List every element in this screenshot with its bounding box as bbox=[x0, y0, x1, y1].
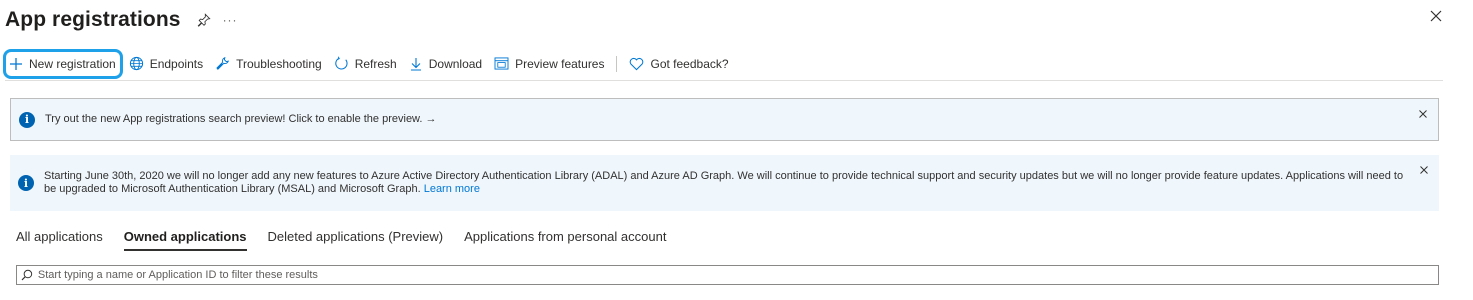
download-label: Download bbox=[428, 56, 483, 71]
troubleshooting-label: Troubleshooting bbox=[236, 56, 322, 71]
download-button[interactable]: Download bbox=[403, 50, 488, 78]
new-registration-button[interactable]: New registration bbox=[3, 48, 123, 79]
preview-features-button[interactable]: Preview features bbox=[488, 50, 610, 78]
preview-icon bbox=[494, 57, 509, 70]
search-input[interactable] bbox=[37, 269, 1438, 281]
dismiss-notice-close-icon[interactable] bbox=[1419, 165, 1429, 175]
command-bar: New registration Endpoints Troubleshooti… bbox=[3, 47, 1443, 81]
tab-deleted-applications[interactable]: Deleted applications (Preview) bbox=[268, 229, 444, 251]
tab-owned-applications[interactable]: Owned applications bbox=[123, 229, 247, 251]
troubleshooting-button[interactable]: Troubleshooting bbox=[209, 50, 328, 78]
refresh-button[interactable]: Refresh bbox=[328, 50, 403, 78]
adal-deprecation-banner: i Starting June 30th, 2020 we will no lo… bbox=[10, 155, 1439, 211]
feedback-label: Got feedback? bbox=[650, 56, 729, 71]
endpoints-label: Endpoints bbox=[149, 56, 204, 71]
learn-more-link[interactable]: Learn more bbox=[424, 183, 480, 195]
feedback-button[interactable]: Got feedback? bbox=[623, 50, 734, 78]
application-tabs: All applications Owned applications Dele… bbox=[16, 229, 687, 251]
endpoints-button[interactable]: Endpoints bbox=[123, 50, 209, 78]
tab-all-applications[interactable]: All applications bbox=[16, 229, 103, 251]
more-options-icon[interactable]: ··· bbox=[223, 13, 238, 27]
tab-personal-account-applications[interactable]: Applications from personal account bbox=[464, 229, 666, 251]
filter-search-box bbox=[16, 265, 1439, 285]
title-row: App registrations ··· bbox=[5, 5, 238, 35]
info-icon: i bbox=[19, 111, 35, 128]
new-registration-label: New registration bbox=[29, 56, 116, 71]
pin-icon[interactable] bbox=[197, 12, 213, 28]
refresh-label: Refresh bbox=[354, 56, 397, 71]
close-icon[interactable] bbox=[1429, 9, 1443, 23]
wrench-icon bbox=[216, 57, 230, 70]
page-title: App registrations bbox=[5, 8, 181, 31]
heart-icon bbox=[630, 57, 644, 70]
refresh-icon bbox=[334, 56, 348, 70]
toolbar-divider bbox=[616, 55, 618, 72]
preview-features-label: Preview features bbox=[515, 56, 605, 71]
dismiss-banner-close-icon[interactable] bbox=[1418, 109, 1428, 119]
plus-icon bbox=[10, 57, 22, 70]
info-icon: i bbox=[18, 175, 34, 191]
search-icon bbox=[21, 269, 33, 281]
adal-notice-text: Starting June 30th, 2020 we will no long… bbox=[44, 170, 1404, 195]
search-preview-text: Try out the new App registrations search… bbox=[45, 113, 437, 125]
search-preview-banner[interactable]: i Try out the new App registrations sear… bbox=[10, 98, 1439, 141]
download-icon bbox=[410, 57, 421, 71]
globe-icon bbox=[129, 56, 143, 71]
adal-notice-container: Starting June 30th, 2020 we will no long… bbox=[44, 170, 1409, 196]
